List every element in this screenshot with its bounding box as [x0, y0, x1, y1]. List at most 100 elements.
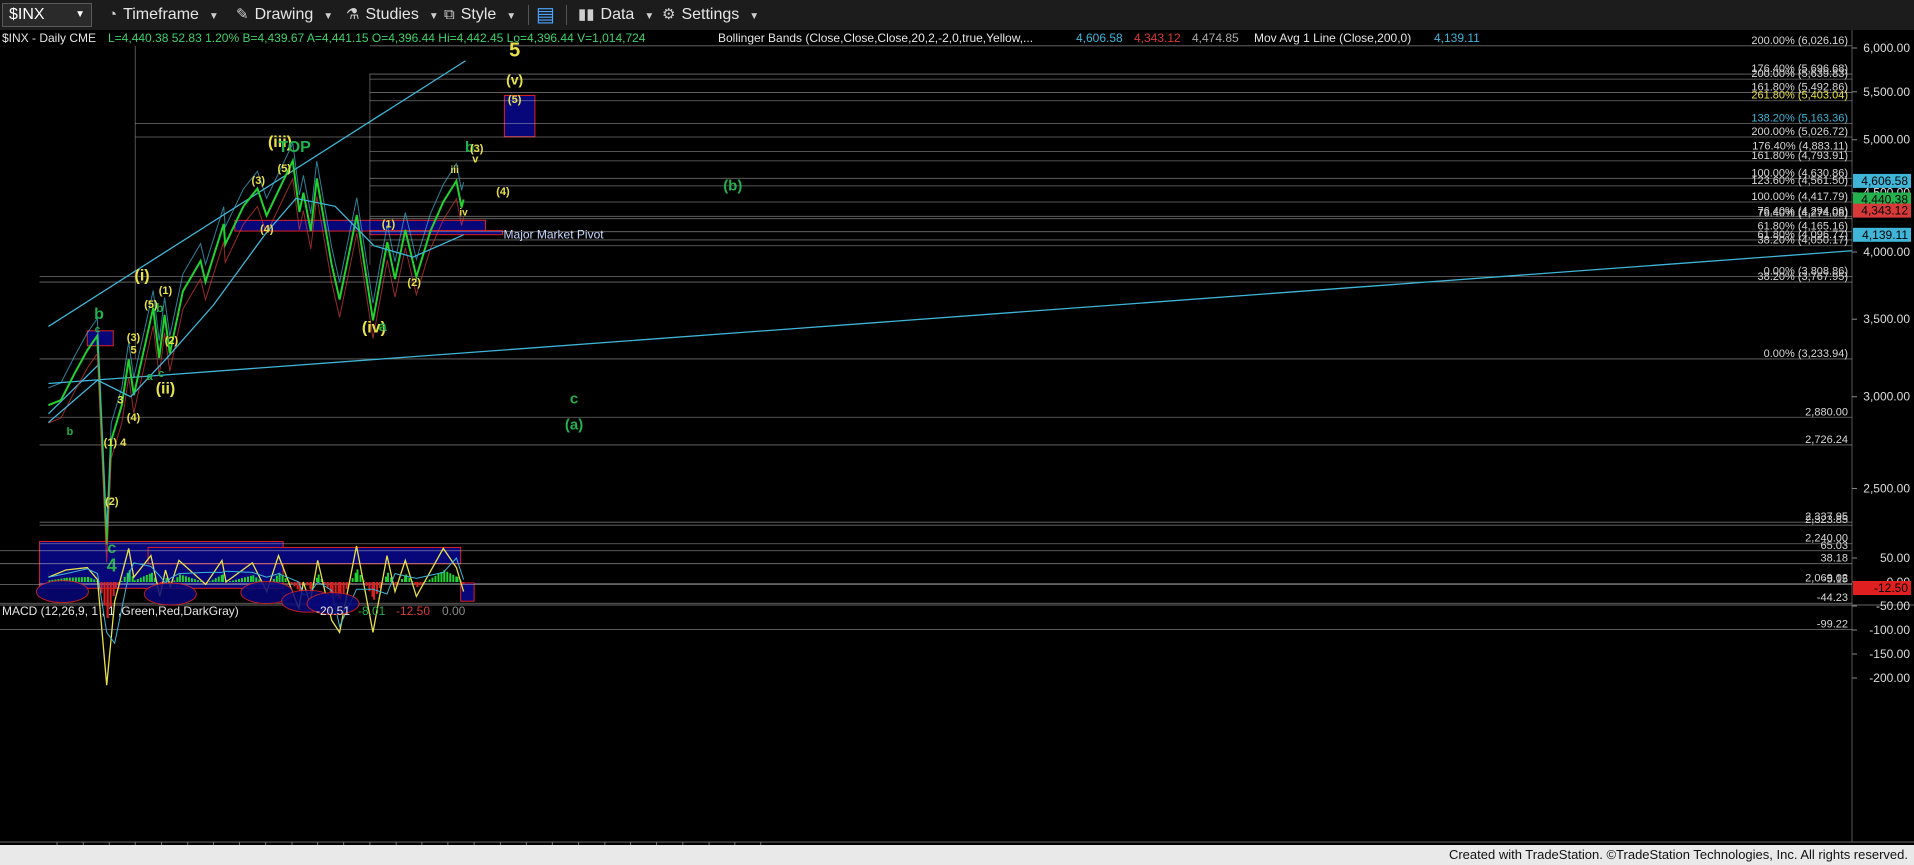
chart-toolbar: $INX ▼ ◔ Timeframe ▼ ✎ Drawing ▼ ⚗ Studies ▼ ⧉… — [0, 0, 1914, 31]
macd-histogram-bar — [235, 579, 238, 582]
macd-level-label: -99.22 — [1817, 619, 1848, 631]
macd-y-tick-label: 50.00 — [1880, 551, 1910, 565]
macd-histogram-bar — [145, 575, 148, 582]
fib-level-label: 200.00% (5,639.83) — [1751, 68, 1848, 80]
macd-histogram-bar — [241, 578, 244, 582]
wave-label: b — [94, 306, 104, 323]
drawing-menu[interactable]: ✎ Drawing ▼ — [236, 0, 333, 30]
macd-level-label: -5.15 — [1823, 573, 1848, 585]
fib-level-label: 200.00% (6,026.16) — [1751, 35, 1848, 47]
macd-histogram-bar — [187, 577, 190, 582]
quote-readout: L=4,440.38 52.83 1.20% B=4,439.67 A=4,44… — [108, 31, 646, 45]
macd-histogram-bar — [190, 578, 193, 582]
clock-icon: ◔ — [108, 6, 118, 23]
macd-histogram-bar — [387, 572, 390, 582]
macd-histogram-bar — [238, 578, 241, 582]
macd-level-label: 65.03 — [1820, 540, 1848, 552]
bollinger-label: Bollinger Bands (Close,Close,Close,20,2,… — [718, 31, 1033, 45]
studies-menu[interactable]: ⚗ Studies ▼ — [346, 0, 439, 30]
style-icon: ⧉ — [444, 6, 455, 23]
macd-histogram-bar — [148, 573, 151, 582]
layout-icon[interactable]: ▤ — [536, 0, 555, 30]
symbol-selector[interactable]: $INX ▼ — [2, 3, 92, 27]
macd-histogram-bar — [359, 574, 362, 582]
data-menu[interactable]: ▮▮ Data ▼ — [578, 0, 654, 30]
wave-label: c — [158, 368, 164, 380]
wave-label: c — [95, 324, 101, 335]
wave-label: (1) — [382, 218, 396, 230]
macd-histogram-bar — [401, 578, 404, 582]
macd-histogram-bar — [222, 574, 225, 582]
wave-label: (a) — [565, 417, 583, 434]
macd-histogram-bar — [368, 582, 371, 592]
macd-histogram-bar — [323, 582, 326, 584]
macd-histogram-bar — [351, 578, 354, 582]
macd-y-tick-label: -200.00 — [1869, 671, 1910, 685]
macd-histogram-bar — [193, 579, 196, 582]
macd-histogram-bar — [309, 582, 312, 590]
wave-label: 4 — [107, 555, 117, 575]
chevron-down-icon: ▼ — [208, 11, 219, 22]
style-menu[interactable]: ⧉ Style ▼ — [444, 0, 516, 30]
macd-zero-value: 0.00 — [442, 604, 466, 618]
macd-histogram-bar — [150, 572, 153, 582]
macd-histogram-bar — [176, 577, 179, 582]
toolbar-separator — [566, 5, 567, 25]
timeframe-menu[interactable]: ◔ Timeframe ▼ — [108, 0, 219, 30]
macd-histogram-bar — [229, 581, 232, 582]
wave-label: (3) — [127, 332, 141, 344]
fib-level-label: 2,323.85 — [1805, 514, 1848, 526]
instrument-label: $INX - Daily CME — [2, 31, 96, 45]
macd-histogram-bar — [414, 582, 417, 585]
drawing-label: Drawing — [254, 6, 314, 23]
price-chart[interactable]: 200.00% (6,026.16)176.40% (5,696.68)200.… — [0, 30, 1914, 845]
style-label: Style — [460, 6, 497, 23]
macd-y-tick-label: -100.00 — [1869, 623, 1910, 637]
macd-histogram-bar — [250, 575, 253, 582]
wave-label: (3) — [252, 175, 266, 187]
macd-histogram-bar — [252, 575, 255, 582]
chevron-down-icon: ▼ — [323, 11, 334, 22]
macd-histogram-bar — [74, 577, 77, 582]
macd-histogram-bar — [345, 582, 348, 589]
macd-zone-box — [147, 546, 462, 565]
macd-histogram-bar — [419, 582, 422, 586]
fib-level-label: 38.20% (3,767.95) — [1757, 271, 1848, 283]
wave-label: c — [107, 540, 116, 557]
macd-diff-value: -12.50 — [396, 604, 430, 618]
macd-divergence-ellipse — [143, 582, 197, 606]
macd-histogram-bar — [114, 582, 117, 589]
fib-level-label: 138.20% (5,163.36) — [1751, 113, 1848, 125]
y-tick-label: 6,000.00 — [1863, 41, 1910, 55]
macd-histogram-bar — [103, 582, 106, 606]
y-tick-label: 3,500.00 — [1863, 312, 1910, 326]
wave-label: (i) — [135, 267, 150, 284]
macd-histogram-bar — [90, 578, 93, 582]
macd-histogram-bar — [80, 577, 83, 582]
macd-histogram-bar — [211, 579, 214, 582]
price-tag-label: 4,343.12 — [1861, 204, 1908, 218]
macd-histogram-bar — [365, 582, 368, 586]
macd-histogram-bar — [373, 582, 376, 600]
macd-histogram-bar — [376, 582, 379, 594]
moving-average-label: Mov Avg 1 Line (Close,200,0) — [1254, 31, 1411, 45]
fib-level-label: 123.60% (4,561.50) — [1751, 175, 1848, 187]
macd-zone-box — [460, 582, 475, 602]
macd-histogram-bar — [93, 579, 96, 582]
price-tag-label: 4,139.11 — [1862, 228, 1908, 242]
macd-histogram-bar — [315, 577, 318, 582]
pencil-icon: ✎ — [236, 6, 249, 23]
macd-histogram-bar — [306, 582, 309, 586]
macd-histogram-bar — [408, 577, 411, 582]
fib-level-label: 76.40% (4,274.08) — [1757, 208, 1848, 220]
macd-histogram-bar — [342, 582, 345, 595]
wave-label: b — [156, 301, 163, 315]
y-tick-label: 4,000.00 — [1863, 245, 1910, 259]
wave-label: a — [379, 318, 387, 334]
wave-label: (2) — [407, 277, 421, 289]
macd-histogram-bar — [173, 580, 176, 582]
wave-label: (4) — [127, 412, 141, 424]
fib-level-label: 161.80% (4,793.91) — [1751, 150, 1848, 162]
gear-icon: ⚙ — [662, 6, 676, 23]
settings-menu[interactable]: ⚙ Settings ▼ — [662, 0, 759, 30]
